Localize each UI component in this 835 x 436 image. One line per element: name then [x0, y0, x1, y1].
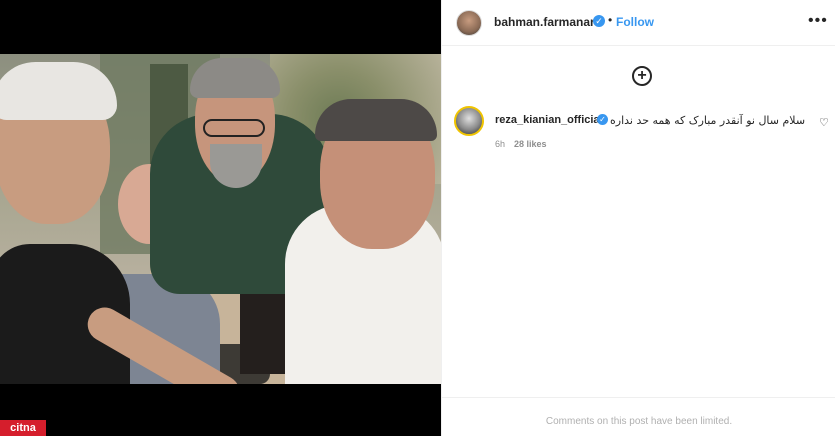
header-separator: •	[608, 13, 613, 27]
comments-footer: Comments on this post have been limited.	[442, 397, 835, 436]
comment-time[interactable]: 6h	[495, 139, 505, 149]
comment-like-heart-icon[interactable]: ♡	[819, 116, 829, 129]
follow-button[interactable]: Follow	[616, 15, 654, 29]
commenter-avatar[interactable]	[454, 106, 484, 136]
more-options-icon[interactable]: •••	[808, 12, 828, 30]
verified-badge-icon: ✓	[593, 15, 605, 27]
comment-likes[interactable]: 28 likes	[514, 139, 547, 149]
comment-item: reza_kianian_official ✓ سلام سال نو آنقد…	[454, 106, 834, 156]
comments-limited-notice: Comments on this post have been limited.	[545, 416, 733, 427]
post-photo	[0, 54, 441, 384]
photo-person-3-hair	[190, 58, 280, 98]
photo-person-4-hair	[315, 99, 437, 141]
add-icon[interactable]: +	[632, 66, 652, 86]
photo-person-1-hair	[0, 62, 117, 120]
post-media[interactable]: citna	[0, 0, 441, 436]
photo-person-3-glasses	[203, 119, 265, 137]
post-header: bahman.farmanara ✓ • Follow •••	[442, 0, 835, 46]
author-username[interactable]: bahman.farmanara	[494, 15, 601, 29]
comment-text: سلام سال نو آنقدر مبارک که همه حد نداره	[610, 114, 806, 127]
watermark-logo: citna	[0, 420, 46, 436]
commenter-username[interactable]: reza_kianian_official	[495, 114, 603, 126]
post-sidebar: bahman.farmanara ✓ • Follow ••• + reza_k…	[441, 0, 835, 436]
author-avatar[interactable]	[456, 10, 482, 36]
commenter-verified-icon: ✓	[597, 114, 608, 125]
